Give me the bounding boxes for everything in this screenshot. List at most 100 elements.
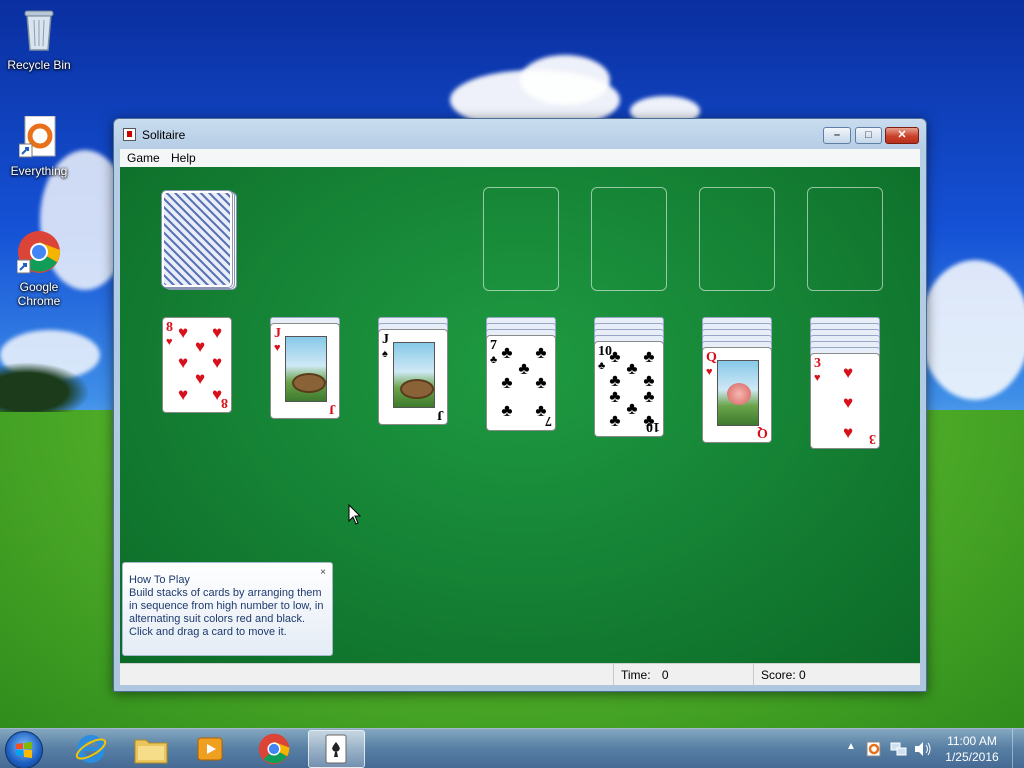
system-tray: ▲ [844, 729, 934, 768]
menu-bar: Game Help [120, 149, 920, 167]
playing-card[interactable]: J ♠ J [378, 329, 448, 425]
title-bar[interactable]: Solitaire – □ ✕ [114, 119, 926, 149]
taskbar-google-chrome[interactable] [246, 730, 303, 768]
time-value: 0 [661, 668, 669, 682]
solitaire-icon [325, 734, 347, 764]
card-rank: 3 [869, 431, 876, 446]
trees [0, 362, 90, 412]
foundation-slot-3[interactable] [699, 187, 775, 291]
card-pip-icon: ♥ [177, 353, 189, 372]
playing-card[interactable]: 10 ♣ 10 ♣ ♣ ♣ ♣ ♣ ♣ ♣ ♣ ♣ ♣ [594, 341, 664, 437]
foundation-slot-4[interactable] [807, 187, 883, 291]
start-button[interactable] [5, 731, 43, 768]
tooltip-body: Build stacks of cards by arranging them … [129, 587, 324, 638]
score-display: Score: 0 [753, 664, 903, 686]
menu-help[interactable]: Help [164, 150, 203, 166]
minimize-button[interactable]: – [823, 127, 851, 144]
chrome-icon [258, 733, 290, 765]
score-label: Score: [761, 668, 796, 682]
playing-card[interactable]: Q ♥ Q [702, 347, 772, 443]
show-desktop-button[interactable] [1012, 729, 1024, 768]
desktop-icon-google-chrome[interactable]: Google Chrome [1, 216, 77, 322]
taskbar-media-player[interactable] [182, 730, 239, 768]
foundation-slot-2[interactable] [591, 187, 667, 291]
windows-flag-icon [16, 742, 32, 758]
card-pip-icon: ♣ [535, 343, 547, 362]
maximize-button[interactable]: □ [855, 127, 882, 144]
card-rank: 8 [166, 320, 173, 335]
cloud [520, 55, 610, 105]
card-pip-icon: ♣ [501, 401, 513, 420]
card-rank: J [274, 326, 281, 341]
card-rank: Q [757, 425, 768, 440]
solitaire-app-icon [123, 128, 136, 141]
desktop-icon-recycle-bin[interactable]: Recycle Bin [1, 8, 77, 72]
face-card-art [717, 360, 759, 426]
card-pip-icon: ♣ [535, 401, 547, 420]
playing-card[interactable]: 3 ♥ 3 ♥ ♥ ♥ [810, 353, 880, 449]
card-pip-icon: ♣ [643, 387, 655, 406]
network-icon[interactable] [890, 741, 908, 757]
card-pip-icon: ♥ [211, 385, 223, 404]
card-pip-icon: ♥ [842, 423, 854, 442]
card-suit-icon: ♥ [166, 336, 173, 348]
card-rank: 7 [490, 338, 497, 353]
desktop-icon-label: Google Chrome [17, 280, 61, 308]
everything-icon [18, 115, 56, 158]
clock[interactable]: 11:00 AM 1/25/2016 [936, 733, 1008, 765]
card-suit-icon: ♥ [274, 342, 281, 354]
recycle-bin-icon [24, 10, 54, 51]
tooltip-close-button[interactable]: × [320, 566, 326, 579]
card-suit-icon: ♥ [814, 372, 821, 384]
stock-pile[interactable] [161, 190, 238, 295]
card-pip-icon: ♥ [177, 385, 189, 404]
card-rank: 3 [814, 356, 821, 371]
show-hidden-icons-icon[interactable]: ▲ [846, 741, 856, 752]
card-pip-icon: ♥ [842, 363, 854, 382]
playing-card[interactable]: 8 ♥ 8 ♥ ♥ ♥ ♥ ♥ ♥ ♥ ♥ [162, 317, 232, 413]
maximize-icon: □ [865, 129, 872, 141]
chrome-icon [16, 231, 61, 274]
game-board[interactable]: 8 ♥ 8 ♥ ♥ ♥ ♥ ♥ ♥ ♥ ♥ J ♥ J J ♠ J 7 ♣ 7 ♣ ♣ ♣ ♣ ♣ ♣ ♣ 10 ♣ 10 ♣ ♣ ♣ ♣ ♣ ♣ ♣ ♣… [120, 167, 920, 663]
card-pip-icon: ♣ [643, 411, 655, 430]
solitaire-window: Solitaire – □ ✕ Game Help 8 ♥ 8 ♥ ♥ ♥ ♥ ♥ ♥ ♥ ♥ J ♥ J… [113, 118, 927, 692]
volume-icon[interactable] [914, 741, 932, 757]
mouse-cursor-icon [348, 504, 362, 525]
card-pip-icon: ♥ [842, 393, 854, 412]
foundation-slot-1[interactable] [483, 187, 559, 291]
taskbar-solitaire[interactable] [308, 730, 365, 768]
desktop-icon-label: Everything [10, 164, 68, 178]
taskbar-file-explorer[interactable] [122, 730, 179, 768]
card-suit-icon: ♠ [382, 348, 388, 360]
time-display: Time: 0 [613, 664, 753, 686]
cloud [920, 260, 1024, 400]
playing-card[interactable]: J ♥ J [270, 323, 340, 419]
taskbar-internet-explorer[interactable] [62, 730, 119, 768]
desktop-icon-everything[interactable]: Everything [1, 115, 77, 178]
desktop-icon-label: Recycle Bin [7, 58, 71, 72]
tooltip-title: How To Play [129, 574, 190, 586]
card-back [161, 190, 233, 288]
card-pip-icon: ♣ [535, 373, 547, 392]
close-button[interactable]: ✕ [885, 127, 919, 144]
card-pip-icon: ♥ [194, 369, 206, 388]
card-pip-icon: ♣ [501, 343, 513, 362]
card-pip-icon: ♣ [643, 347, 655, 366]
status-bar: Time: 0 Score: 0 [120, 663, 920, 686]
face-card-art [393, 342, 435, 408]
playing-card[interactable]: 7 ♣ 7 ♣ ♣ ♣ ♣ ♣ ♣ ♣ [486, 335, 556, 431]
card-pip-icon: ♥ [211, 323, 223, 342]
taskbar: ▲ 11:00 AM 1/25/2016 [0, 728, 1024, 768]
time-label: Time: [621, 668, 651, 682]
card-pip-icon: ♣ [609, 411, 621, 430]
everything-tray-icon[interactable] [866, 741, 882, 757]
clock-time: 11:00 AM [947, 734, 997, 748]
card-rank: Q [706, 350, 717, 365]
card-rank: J [329, 401, 336, 416]
clock-date: 1/25/2016 [945, 750, 999, 764]
score-value: 0 [799, 668, 806, 682]
card-suit-icon: ♥ [706, 366, 713, 378]
menu-game[interactable]: Game [120, 150, 167, 166]
card-pip-icon: ♥ [211, 353, 223, 372]
card-pip-icon: ♣ [501, 373, 513, 392]
